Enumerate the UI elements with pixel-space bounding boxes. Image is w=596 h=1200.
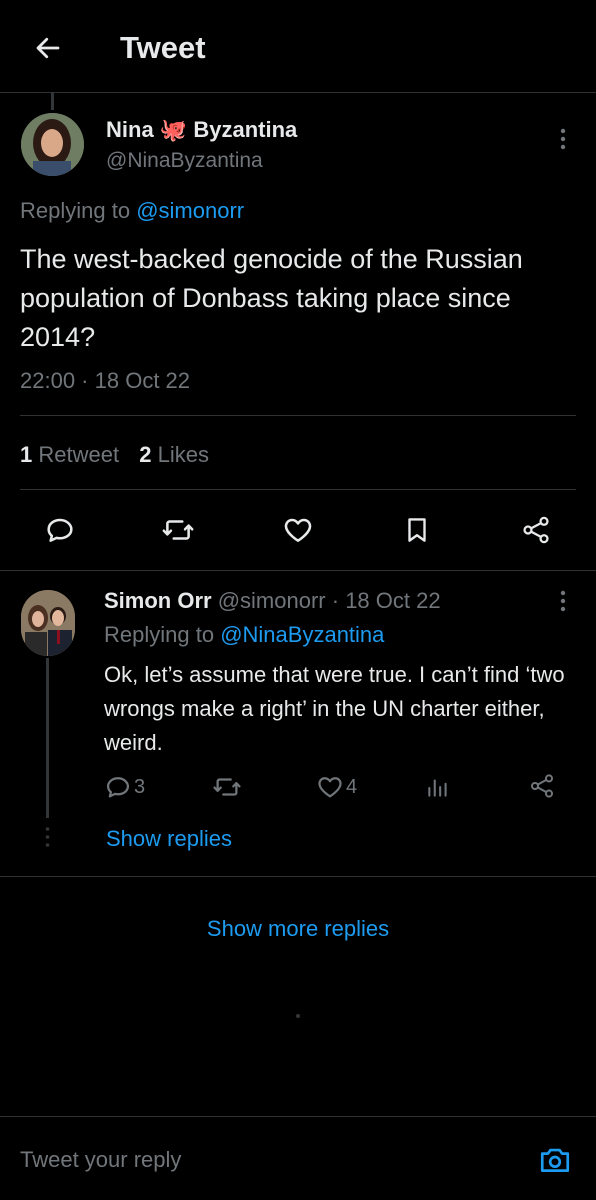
author-handle[interactable]: @NinaByzantina [106, 149, 263, 173]
bookmark-icon[interactable] [399, 512, 435, 548]
thread-dots-icon [44, 826, 51, 848]
author-name[interactable]: Nina 🐙 Byzantina [106, 117, 297, 143]
octopus-emoji: 🐙 [159, 117, 188, 142]
camera-icon[interactable] [536, 1141, 574, 1179]
reply-more-options-icon[interactable] [550, 588, 576, 614]
tweet-date: 18 Oct 22 [94, 368, 191, 393]
more-options-icon[interactable] [550, 124, 576, 154]
reply-author-handle[interactable]: @simonorr [218, 588, 326, 613]
author-last-name: Byzantina [193, 117, 298, 142]
thread-line [46, 658, 49, 818]
reply-text: Ok, let’s assume that were true. I can’t… [104, 662, 565, 755]
composer-divider [0, 1116, 596, 1117]
tweet-time: 22:00 [20, 368, 76, 393]
divider [20, 415, 576, 416]
retweet-icon[interactable] [212, 772, 242, 802]
retweet-icon[interactable] [160, 512, 196, 548]
reply-date: 18 Oct 22 [345, 588, 441, 613]
back-arrow-icon[interactable] [28, 28, 68, 68]
author-first-name: Nina [106, 117, 154, 142]
likes-stat[interactable]: 2 Likes [139, 442, 209, 467]
loading-indicator [296, 1014, 300, 1018]
tweet-text: The west-backed genocide of the Russian … [20, 244, 523, 352]
share-icon[interactable] [528, 772, 556, 800]
show-more-replies-link[interactable]: Show more replies [0, 916, 596, 942]
like-heart-icon[interactable] [280, 512, 316, 548]
reply-author-name[interactable]: Simon Orr [104, 588, 212, 613]
replying-prefix: Replying to [20, 198, 131, 223]
reply-icon [104, 773, 132, 801]
like-count: 4 [346, 775, 358, 798]
engagement-stats: 1 Retweet 2 Likes [20, 442, 209, 468]
replying-to-link[interactable]: @NinaByzantina [220, 622, 384, 647]
replying-to: Replying to @simonorr [20, 198, 244, 224]
reply-header: Simon Orr @simonorr · 18 Oct 22 [104, 588, 441, 613]
thread-line [51, 92, 54, 110]
divider [20, 489, 576, 490]
reply-icon[interactable] [42, 512, 78, 548]
retweets-stat[interactable]: 1 Retweet [20, 442, 119, 467]
share-icon[interactable] [518, 512, 554, 548]
reply-count: 3 [134, 775, 146, 798]
reply-replying-to: Replying to @NinaByzantina [104, 622, 384, 648]
header-divider [0, 92, 596, 93]
page-title: Tweet [120, 30, 206, 65]
likes-label: Likes [157, 442, 209, 467]
likes-count: 2 [139, 442, 152, 467]
retweets-count: 1 [20, 442, 33, 467]
divider [0, 876, 596, 877]
analytics-icon[interactable] [425, 773, 451, 801]
reply-input[interactable] [20, 1140, 500, 1180]
avatar[interactable] [21, 590, 75, 656]
reply-button[interactable]: 3 [104, 773, 145, 801]
like-heart-icon [316, 773, 344, 801]
avatar[interactable] [21, 113, 84, 176]
like-button[interactable]: 4 [316, 773, 357, 801]
replying-prefix: Replying to [104, 622, 215, 647]
divider [0, 570, 596, 571]
retweets-label: Retweet [38, 442, 120, 467]
tweet-timestamp: 22:00 · 18 Oct 22 [20, 368, 191, 393]
replying-to-link[interactable]: @simonorr [136, 198, 244, 223]
show-replies-link[interactable]: Show replies [106, 826, 232, 852]
